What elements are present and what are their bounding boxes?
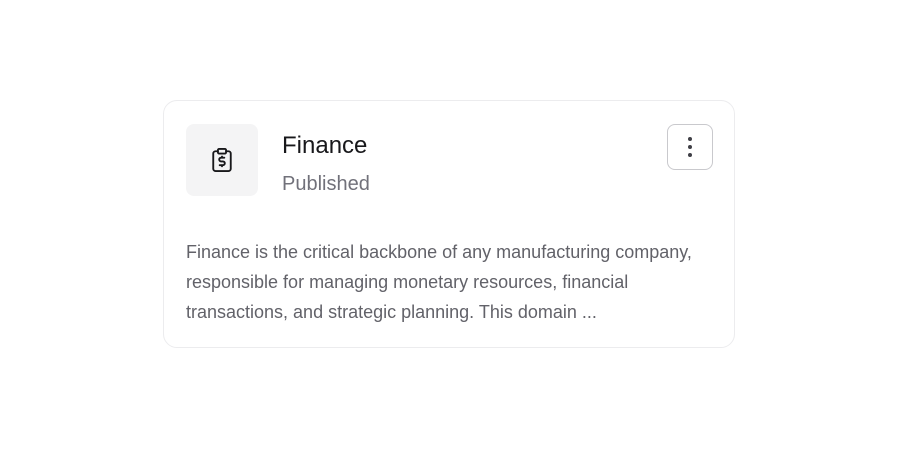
status-label: Published <box>282 173 370 195</box>
more-vertical-icon <box>688 137 692 157</box>
clipboard-dollar-icon <box>212 147 232 173</box>
domain-card[interactable]: Finance Published Finance is the critica… <box>163 100 735 348</box>
more-options-button[interactable] <box>667 124 713 170</box>
card-description: Finance is the critical backbone of any … <box>186 242 692 322</box>
domain-icon-tile <box>186 124 258 196</box>
card-title: Finance <box>282 132 368 159</box>
